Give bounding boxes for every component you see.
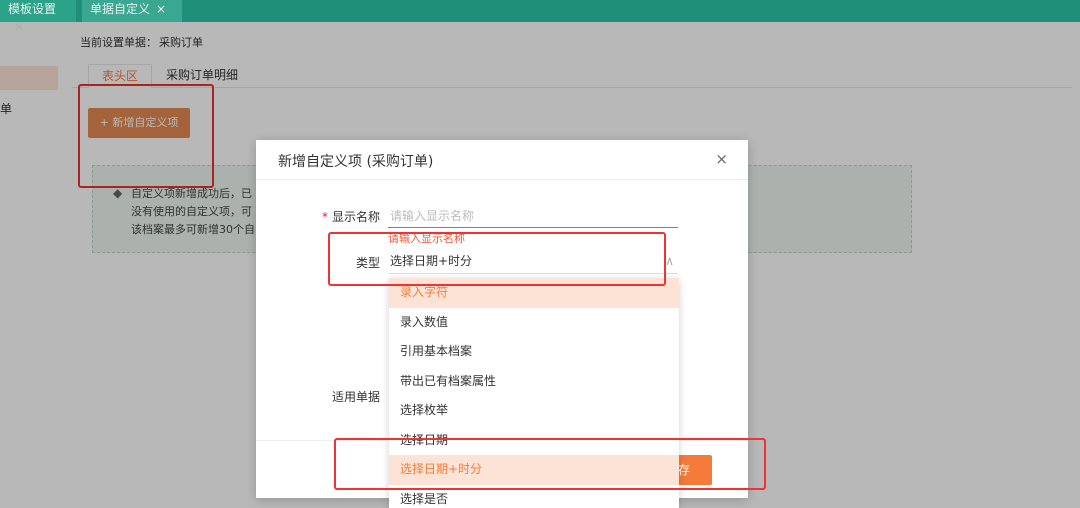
applicable-documents-label: 适用单据: [331, 390, 380, 404]
close-icon[interactable]: ×: [715, 150, 728, 168]
dialog-title: 新增自定义项 (采购订单): [278, 154, 434, 170]
dropdown-option[interactable]: 录入数值: [389, 308, 679, 338]
dialog-header: 新增自定义项 (采购订单) ×: [256, 140, 748, 180]
tab-template-settings[interactable]: 模板设置×: [0, 0, 76, 34]
tab-label: 模板设置: [8, 2, 57, 16]
annotation-box: [328, 232, 666, 286]
tab-document-custom[interactable]: 单据自定义 ×: [82, 0, 182, 22]
dropdown-option[interactable]: 选择枚举: [389, 396, 679, 426]
display-name-label: * 显示名称: [310, 208, 380, 225]
top-tab-bar: 模板设置× 单据自定义 ×: [0, 0, 1080, 34]
required-mark: *: [321, 210, 328, 224]
chevron-up-icon: ∧: [665, 254, 674, 268]
dropdown-option[interactable]: 带出已有档案属性: [389, 367, 679, 397]
tab-label: 单据自定义: [90, 2, 151, 16]
label-text: 显示名称: [331, 210, 380, 224]
dropdown-option[interactable]: 引用基本档案: [389, 337, 679, 367]
close-icon[interactable]: ×: [156, 2, 166, 16]
display-name-input[interactable]: [388, 204, 678, 228]
annotation-box: [334, 438, 766, 490]
